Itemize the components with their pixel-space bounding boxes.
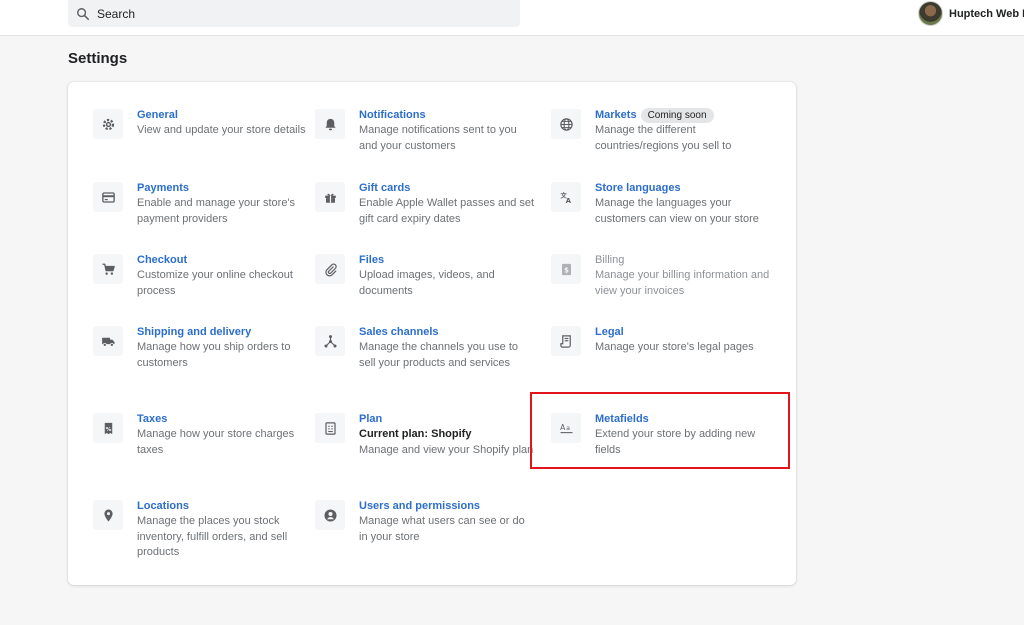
- settings-item-markets[interactable]: Markets Coming soon Manage the different…: [551, 108, 771, 154]
- settings-item-desc: Manage your billing information and view…: [595, 269, 770, 297]
- settings-item-title: Gift cards: [359, 182, 411, 194]
- settings-item-title: Legal: [595, 326, 624, 338]
- settings-item-store-languages[interactable]: 文A Store languages Manage the languages …: [551, 181, 771, 227]
- settings-item-locations[interactable]: Locations Manage the places you stock in…: [93, 499, 313, 561]
- document-icon: [551, 326, 581, 356]
- settings-item-desc: Manage and view your Shopify plan: [359, 443, 534, 456]
- page-title: Settings: [68, 50, 128, 67]
- settings-item-gift-cards[interactable]: Gift cards Enable Apple Wallet passes an…: [315, 181, 535, 227]
- settings-item-title: Plan: [359, 413, 383, 425]
- settings-item-desc: Manage your store's legal pages: [595, 341, 754, 353]
- settings-item-files[interactable]: Files Upload images, videos, and documen…: [315, 253, 535, 299]
- coming-soon-badge: Coming soon: [640, 108, 714, 123]
- settings-item-desc: Manage notifications sent to you and you…: [359, 124, 517, 152]
- settings-item-taxes[interactable]: % Taxes Manage how your store charges ta…: [93, 412, 313, 458]
- user-menu[interactable]: Huptech Web I: [918, 1, 1024, 26]
- svg-text:A: A: [565, 196, 571, 204]
- percent-receipt-icon: %: [93, 413, 123, 443]
- settings-item-checkout[interactable]: Checkout Customize your online checkout …: [93, 253, 313, 299]
- channels-icon: [315, 326, 345, 356]
- user-name: Huptech Web I: [949, 7, 1024, 20]
- settings-item-title: Files: [359, 254, 385, 266]
- translate-icon: 文A: [551, 182, 581, 212]
- metafields-highlight-box: [530, 392, 790, 469]
- settings-item-title: General: [137, 109, 178, 121]
- settings-card: General View and update your store detai…: [68, 82, 796, 585]
- globe-icon: [551, 109, 581, 139]
- location-pin-icon: [93, 500, 123, 530]
- user-circle-icon: [315, 500, 345, 530]
- search-bar[interactable]: Search: [68, 0, 520, 27]
- settings-item-title: Notifications: [359, 109, 426, 121]
- settings-item-title: Taxes: [137, 413, 168, 425]
- settings-item-shipping[interactable]: Shipping and delivery Manage how you shi…: [93, 325, 313, 371]
- bell-icon: [315, 109, 345, 139]
- avatar: [918, 1, 943, 26]
- gift-icon: [315, 182, 345, 212]
- settings-item-title: Users and permissions: [359, 500, 481, 512]
- settings-item-desc: Manage how you ship orders to customers: [137, 341, 291, 369]
- settings-item-plan[interactable]: Plan Current plan: Shopify Manage and vi…: [315, 412, 535, 458]
- settings-item-desc: Manage how your store charges taxes: [137, 428, 295, 456]
- search-placeholder: Search: [97, 6, 136, 21]
- settings-item-title: Billing: [595, 254, 625, 266]
- search-icon: [77, 7, 90, 20]
- cart-icon: [93, 254, 123, 284]
- credit-card-icon: [93, 182, 123, 212]
- settings-item-desc: View and update your store details: [137, 124, 306, 136]
- settings-item-desc: Manage the languages your customers can …: [595, 197, 759, 225]
- settings-item-users[interactable]: Users and permissions Manage what users …: [315, 499, 535, 545]
- settings-item-desc: Manage the channels you use to sell your…: [359, 341, 519, 369]
- settings-item-notifications[interactable]: Notifications Manage notifications sent …: [315, 108, 535, 154]
- settings-item-desc: Manage the different countries/regions y…: [595, 124, 732, 152]
- truck-icon: [93, 326, 123, 356]
- top-bar: Search Huptech Web I: [0, 0, 1024, 36]
- svg-text:$: $: [564, 266, 569, 274]
- gear-icon: [93, 109, 123, 139]
- paperclip-icon: [315, 254, 345, 284]
- settings-item-desc: Manage the places you stock inventory, f…: [137, 515, 288, 559]
- settings-item-billing[interactable]: $ Billing Manage your billing informatio…: [551, 253, 771, 299]
- settings-item-desc: Enable Apple Wallet passes and set gift …: [359, 197, 535, 225]
- settings-item-legal[interactable]: Legal Manage your store's legal pages: [551, 325, 771, 356]
- settings-item-desc: Upload images, videos, and documents: [359, 269, 495, 297]
- settings-item-title: Shipping and delivery: [137, 326, 252, 338]
- settings-item-desc: Customize your online checkout process: [137, 269, 293, 297]
- settings-item-title: Checkout: [137, 254, 188, 266]
- settings-item-desc: Enable and manage your store's payment p…: [137, 197, 296, 225]
- settings-item-title: Markets: [595, 109, 637, 121]
- plan-icon: [315, 413, 345, 443]
- settings-item-title: Store languages: [595, 182, 681, 194]
- settings-item-general[interactable]: General View and update your store detai…: [93, 108, 313, 139]
- settings-item-payments[interactable]: Payments Enable and manage your store's …: [93, 181, 313, 227]
- settings-item-title: Payments: [137, 182, 189, 194]
- dollar-icon: $: [551, 254, 581, 284]
- settings-item-sales-channels[interactable]: Sales channels Manage the channels you u…: [315, 325, 535, 371]
- settings-item-desc: Manage what users can see or do in your …: [359, 515, 525, 543]
- settings-item-title: Sales channels: [359, 326, 439, 338]
- svg-text:%: %: [105, 426, 111, 432]
- current-plan-label: Current plan: Shopify: [359, 428, 472, 440]
- settings-item-title: Locations: [137, 500, 189, 512]
